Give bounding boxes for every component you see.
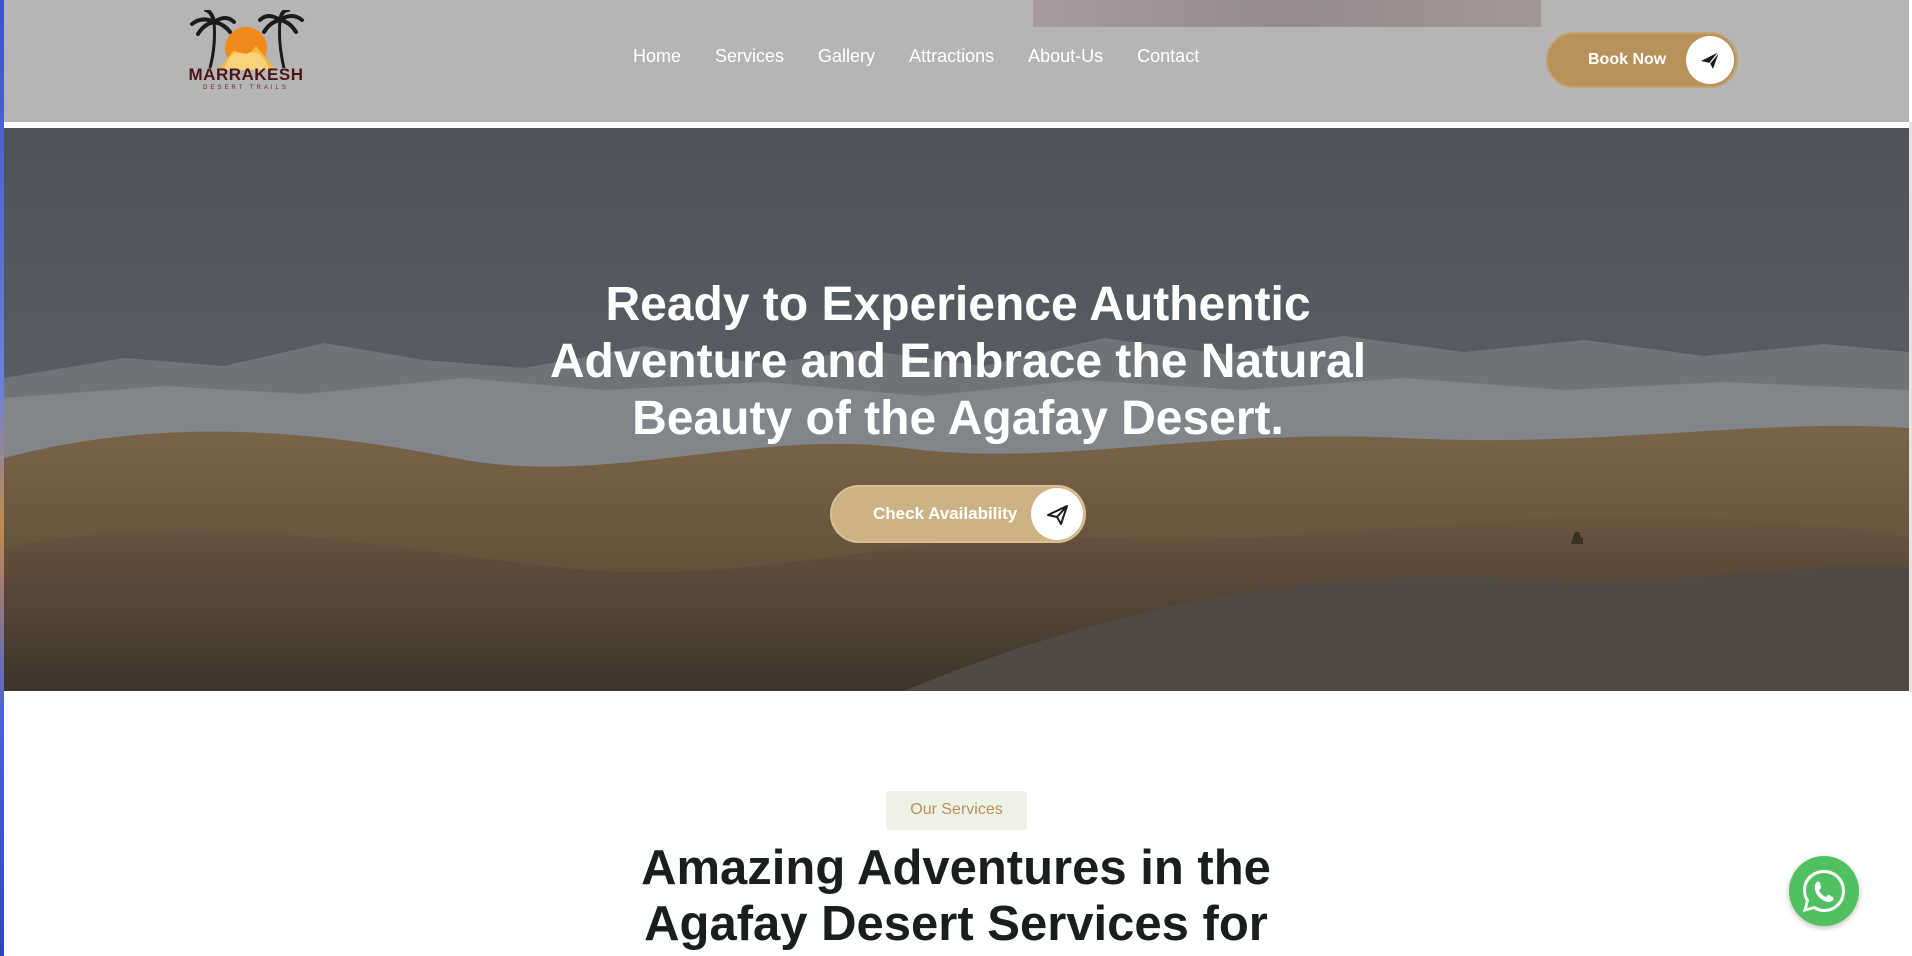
paper-plane-icon [1047,505,1068,525]
hero-title: Ready to Experience Authentic Adventure … [549,278,1367,445]
book-now-button[interactable]: Book Now [1546,32,1738,88]
nav-about-us[interactable]: About-Us [1028,46,1103,67]
nav-contact[interactable]: Contact [1137,46,1199,67]
whatsapp-button[interactable] [1789,856,1859,926]
header-image-fragment [1033,0,1541,27]
whatsapp-icon [1803,870,1845,912]
palm-sun-logo-icon [190,8,304,70]
check-availability-label: Check Availability [873,504,1018,523]
main-nav: Home Services Gallery Attractions About-… [633,46,1233,67]
nav-gallery[interactable]: Gallery [818,46,875,67]
book-now-icon-circle [1686,36,1734,84]
nav-home[interactable]: Home [633,46,681,67]
brand-tagline: DESERT TRAILS [203,85,289,91]
nav-services[interactable]: Services [715,46,784,67]
services-badge: Our Services [886,791,1027,830]
check-availability-icon-circle [1031,488,1083,540]
paper-plane-icon [1701,51,1720,69]
hero-section: Ready to Experience Authentic Adventure … [4,128,1909,691]
check-availability-button[interactable]: Check Availability [830,485,1086,543]
services-title: Amazing Adventures in the Agafay Desert … [641,841,1271,951]
brand-name: MARRAKESH [188,65,304,84]
book-now-label: Book Now [1588,51,1667,68]
nav-attractions[interactable]: Attractions [909,46,994,67]
services-badge-label: Our Services [910,801,1003,818]
